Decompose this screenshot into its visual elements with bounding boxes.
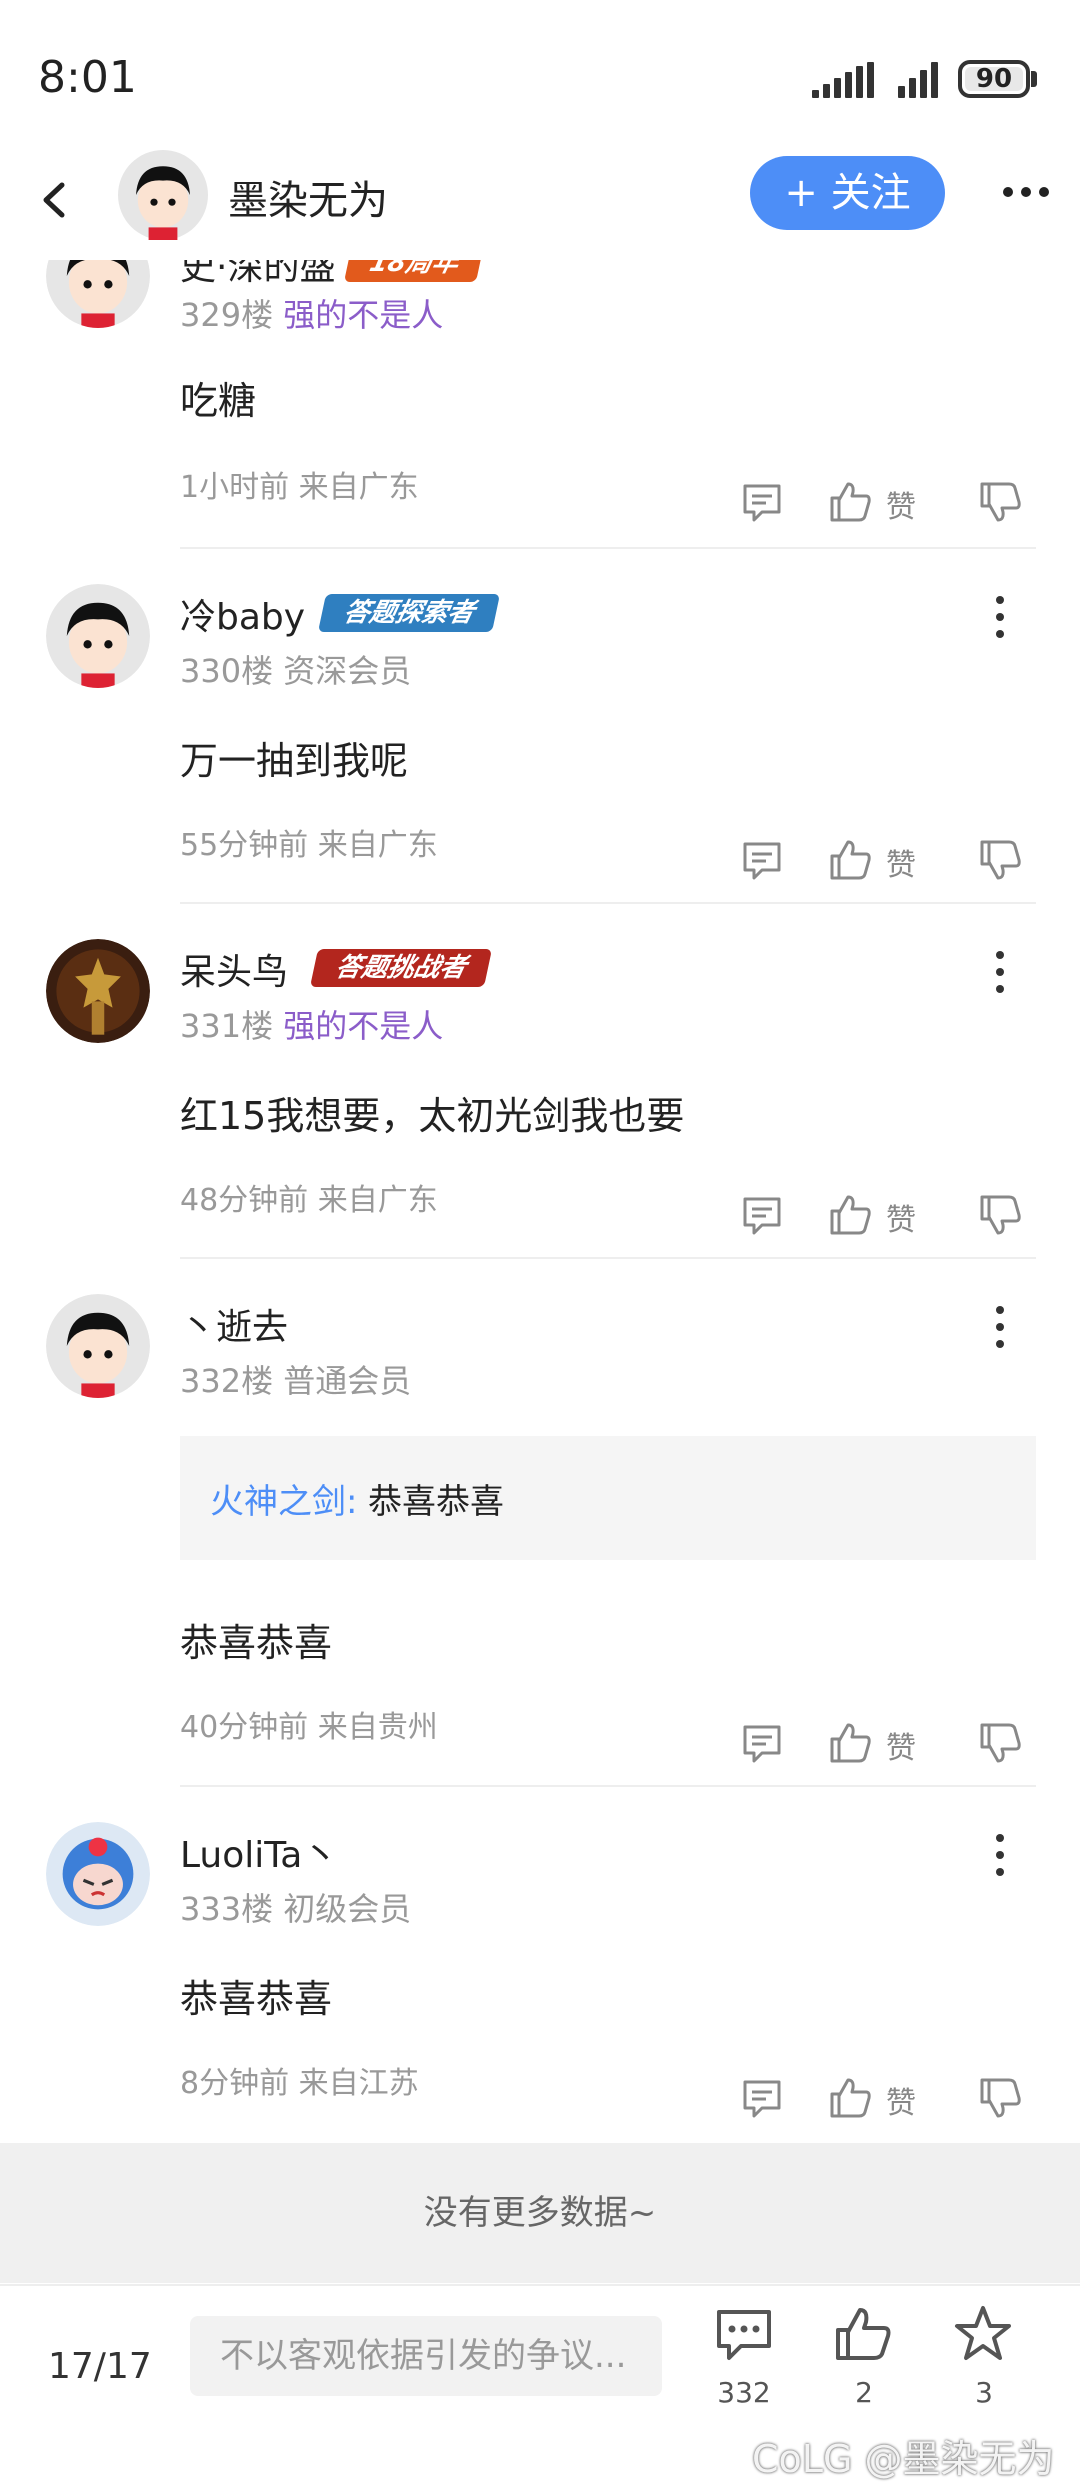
back-arrow-icon[interactable] [30,175,80,225]
avatar[interactable] [46,939,150,1043]
header-username: 墨染无为 [228,178,388,224]
post-333: LuoliTa丶 333楼 初级会员 恭喜恭喜 8分钟前 来自江苏 [0,1818,1080,2138]
watermark: CoLG @墨染无为 [752,2437,1055,2481]
divider [180,547,1036,549]
header: 墨染无为 + 关注 [0,150,1080,260]
quote-box[interactable]: 火神之剑: 恭喜恭喜 [180,1436,1036,1560]
username[interactable]: LuoliTa丶 [180,1826,338,1878]
floor-number: 333楼 [180,1890,274,1928]
floor-info: 331楼 强的不是人 [180,1001,443,1047]
floor-number: 331楼 [180,1007,274,1045]
badge: 答题探索者 [317,594,501,632]
no-more-data-label: 没有更多数据~ [0,2143,1080,2283]
post-330: 冷baby 答题探索者 330楼 资深会员 万一抽到我呢 55分钟前 来自广东 [0,580,1080,900]
post-meta: 48分钟前 来自广东 [180,1183,438,1218]
like-count: 2 [855,2376,873,2409]
member-rank: 资深会员 [283,652,412,690]
avatar[interactable] [46,1294,150,1398]
like-icon[interactable] [832,2304,894,2364]
member-rank: 初级会员 [283,1890,412,1928]
like-icon[interactable] [828,480,872,524]
comment-icon[interactable] [713,2306,775,2364]
like-label[interactable]: 赞 [886,482,916,526]
floor-info: 332楼 普通会员 [180,1356,411,1402]
quote-text: 恭喜恭喜 [368,1482,504,1522]
header-avatar[interactable] [118,150,208,240]
star-count: 3 [975,2376,993,2409]
page-indicator[interactable]: 17/17 [48,2346,152,2387]
quote-author[interactable]: 火神之剑: [210,1474,357,1523]
post-meta: 55分钟前 来自广东 [180,828,438,863]
post-331: 呆头鸟 答题挑战者 331楼 强的不是人 红15我想要，太初光剑我也要 48分钟… [0,935,1080,1255]
bottom-bar: 17/17 不以客观依据引发的争议... 332 2 3 [0,2284,1080,2449]
post-menu-icon[interactable] [990,592,1010,642]
post-menu-icon[interactable] [990,947,1010,997]
badge: 答题挑战者 [309,949,493,987]
post-content: 恭喜恭喜 [180,1977,333,2021]
post-content: 万一抽到我呢 [180,739,409,783]
floor-info: 330楼 资深会员 [180,646,411,692]
username[interactable]: 呆头鸟 [180,943,288,995]
divider [180,1257,1036,1259]
floor-info: 333楼 初级会员 [180,1884,411,1930]
more-options-icon[interactable] [1000,172,1052,212]
comment-icon[interactable] [740,480,784,524]
divider [180,1785,1036,1787]
avatar[interactable] [46,1822,150,1926]
follow-button[interactable]: + 关注 [750,156,945,230]
floor-number: 330楼 [180,652,274,690]
post-menu-icon[interactable] [990,1302,1010,1352]
floor-number: 332楼 [180,1362,274,1400]
post-content: 恭喜恭喜 [180,1621,333,1665]
member-rank: 普通会员 [283,1362,412,1400]
post-content: 红15我想要，太初光剑我也要 [180,1094,685,1138]
username[interactable]: 丶逝去 [180,1298,288,1350]
divider [180,902,1036,904]
reply-input[interactable]: 不以客观依据引发的争议... [190,2316,662,2396]
avatar[interactable] [46,584,150,688]
member-rank: 强的不是人 [283,1007,444,1045]
post-332: 丶逝去 332楼 普通会员 火神之剑: 恭喜恭喜 恭喜恭喜 40分钟前 来自贵州 [0,1290,1080,1770]
dislike-icon[interactable] [978,480,1022,524]
post-meta: 40分钟前 来自贵州 [180,1710,438,1745]
username[interactable]: 冷baby [180,588,305,640]
post-meta: 8分钟前 来自江苏 [180,2066,419,2101]
post-menu-icon[interactable] [990,1830,1010,1880]
star-icon[interactable] [952,2304,1014,2364]
comment-count: 332 [717,2376,771,2409]
